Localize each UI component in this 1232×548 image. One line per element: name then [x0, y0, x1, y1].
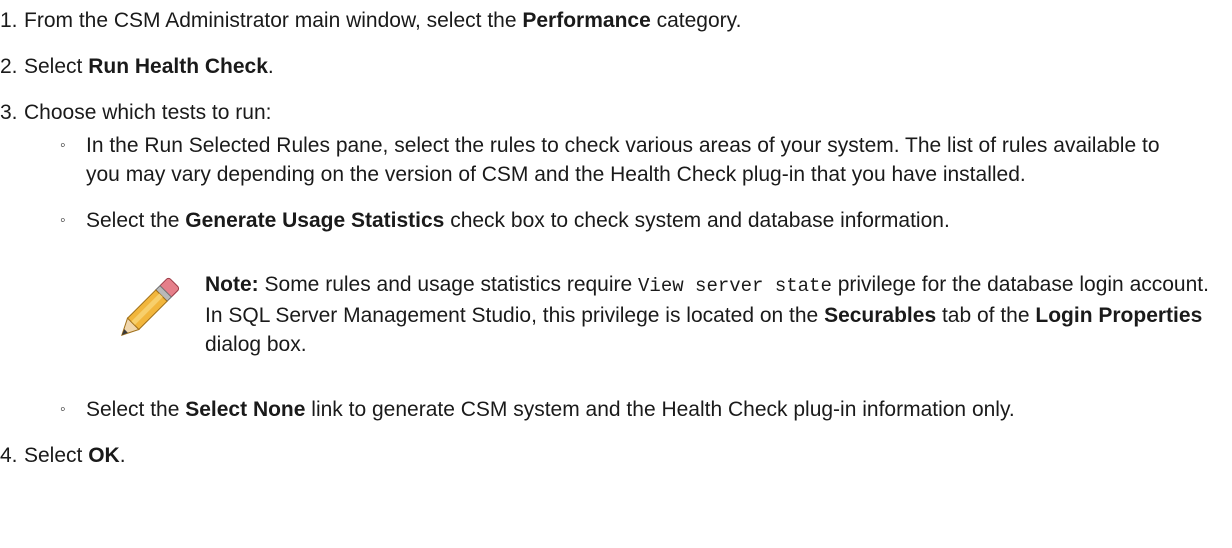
step-text: category.: [650, 9, 742, 32]
step-text: .: [119, 444, 126, 467]
sub-item-text: check box to check system and database i…: [444, 209, 950, 232]
step-text: From the CSM Administrator main window, …: [24, 9, 523, 32]
step-3-sub-list: ◦ In the Run Selected Rules pane, select…: [0, 131, 1232, 235]
step-text: Choose which tests to run:: [24, 101, 272, 124]
bullet: ◦: [60, 137, 66, 154]
step-1: 1. From the CSM Administrator main window…: [0, 6, 1232, 35]
note-label: Note:: [205, 273, 259, 296]
list-item: ◦ Select the Generate Usage Statistics c…: [0, 206, 1232, 235]
ui-term-login-properties: Login Properties: [1035, 304, 1203, 327]
step-3: 3. Choose which tests to run:: [0, 98, 1232, 127]
ui-term-select-none: Select None: [185, 398, 306, 421]
sub-item-text: In the Run Selected Rules pane, select t…: [86, 134, 1160, 186]
step-number: 4.: [0, 444, 18, 467]
sub-item-text: link to generate CSM system and the Heal…: [305, 398, 1015, 421]
list-item: ◦ Select the Select None link to generat…: [0, 395, 1232, 424]
step-3-sub-list-continued: ◦ Select the Select None link to generat…: [0, 395, 1232, 424]
step-text: Select: [24, 55, 89, 78]
step-4: 4. Select OK.: [0, 441, 1232, 470]
list-item: ◦ In the Run Selected Rules pane, select…: [0, 131, 1232, 189]
ui-term-ok: OK: [88, 444, 120, 467]
sub-item-text: Select the: [86, 209, 186, 232]
note-text: Some rules and usage statistics require: [258, 273, 639, 296]
note-text: dialog box.: [205, 333, 307, 356]
ui-term-securables: Securables: [824, 304, 937, 327]
step-text: Select: [24, 444, 89, 467]
ui-term-generate-usage-statistics: Generate Usage Statistics: [185, 209, 445, 232]
bullet: ◦: [60, 212, 66, 229]
step-number: 1.: [0, 9, 18, 32]
pencil-icon: [116, 274, 180, 344]
sub-item-text: Select the: [86, 398, 186, 421]
code-term: View server state: [638, 275, 832, 297]
step-number: 3.: [0, 101, 18, 124]
ui-term-run-health-check: Run Health Check: [88, 55, 268, 78]
step-2: 2. Select Run Health Check.: [0, 52, 1232, 81]
note-callout: Note: Some rules and usage statistics re…: [0, 270, 1232, 359]
step-number: 2.: [0, 55, 18, 78]
note-text: tab of the: [936, 304, 1036, 327]
ui-term-performance: Performance: [522, 9, 651, 32]
bullet: ◦: [60, 401, 66, 418]
procedure-document: 1. From the CSM Administrator main window…: [0, 0, 1232, 470]
step-text: .: [267, 55, 274, 78]
